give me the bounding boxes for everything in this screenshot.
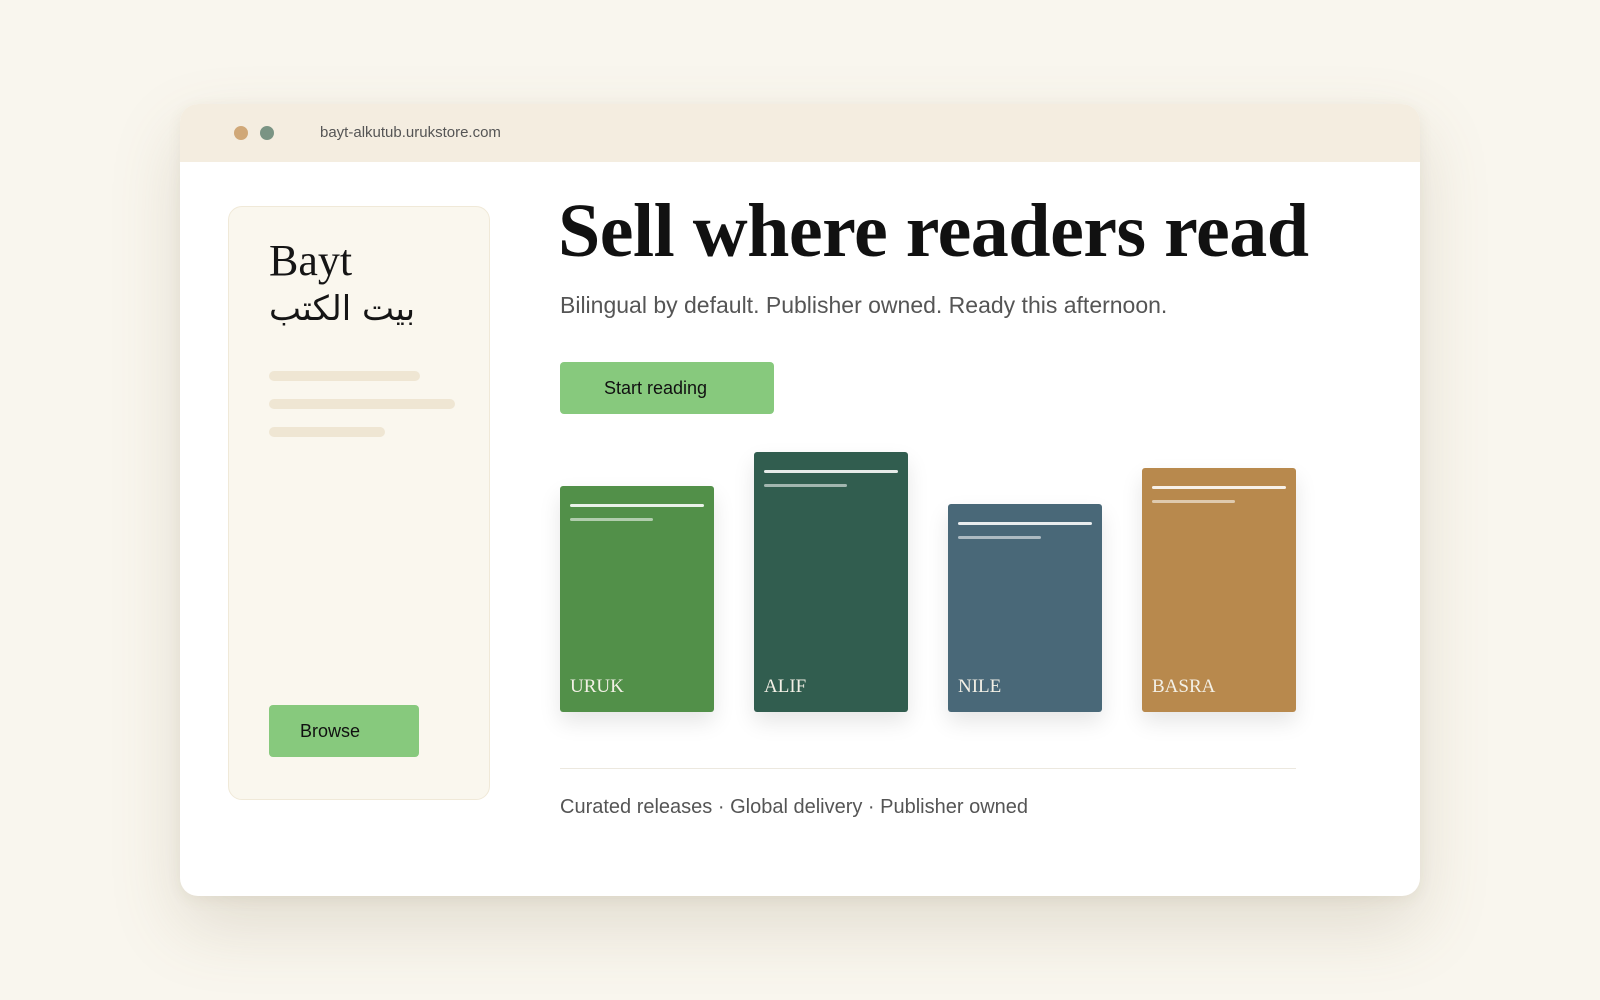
footer-divider [560,768,1296,769]
feature-tagline: Curated releases · Global delivery · Pub… [560,796,1029,818]
brand-sidebar-card: Bayt بيت الكتب Browse [228,206,490,800]
cover-title-line [958,522,1092,525]
book-title: BASRA [1152,676,1216,697]
book-cover-basra[interactable]: BASRA [1142,468,1296,712]
cover-title-line [570,504,704,507]
browser-window: bayt-alkutub.urukstore.com Bayt بيت الكت… [180,104,1420,896]
placeholder-line [269,371,420,381]
address-bar-url[interactable]: bayt-alkutub.urukstore.com [320,124,501,141]
book-cover-uruk[interactable]: URUK [560,486,714,712]
book-title: ALIF [764,676,807,697]
browse-button[interactable]: Browse [269,705,419,757]
hero-headline: Sell where readers read [558,189,1309,273]
start-reading-button[interactable]: Start reading [560,362,774,414]
cover-title-line [1152,486,1286,489]
browser-titlebar: bayt-alkutub.urukstore.com [180,104,1420,162]
hero-subline: Bilingual by default. Publisher owned. R… [560,292,1168,318]
brand-name: Bayt [269,236,353,285]
book-cover-alif[interactable]: ALIF [754,452,908,712]
cover-subtitle-line [1152,500,1235,503]
cover-subtitle-line [958,536,1041,539]
book-cover-nile[interactable]: NILE [948,504,1102,712]
cover-subtitle-line [570,518,653,521]
book-title: URUK [570,676,624,697]
placeholder-line [269,427,385,437]
cover-subtitle-line [764,484,847,487]
cover-title-line [764,470,898,473]
placeholder-line [269,399,455,409]
window-minimize-dot[interactable] [234,126,248,140]
brand-name-arabic: بيت الكتب [269,289,416,329]
book-title: NILE [958,676,1002,697]
window-maximize-dot[interactable] [260,126,274,140]
window-close-dot[interactable] [208,126,222,140]
